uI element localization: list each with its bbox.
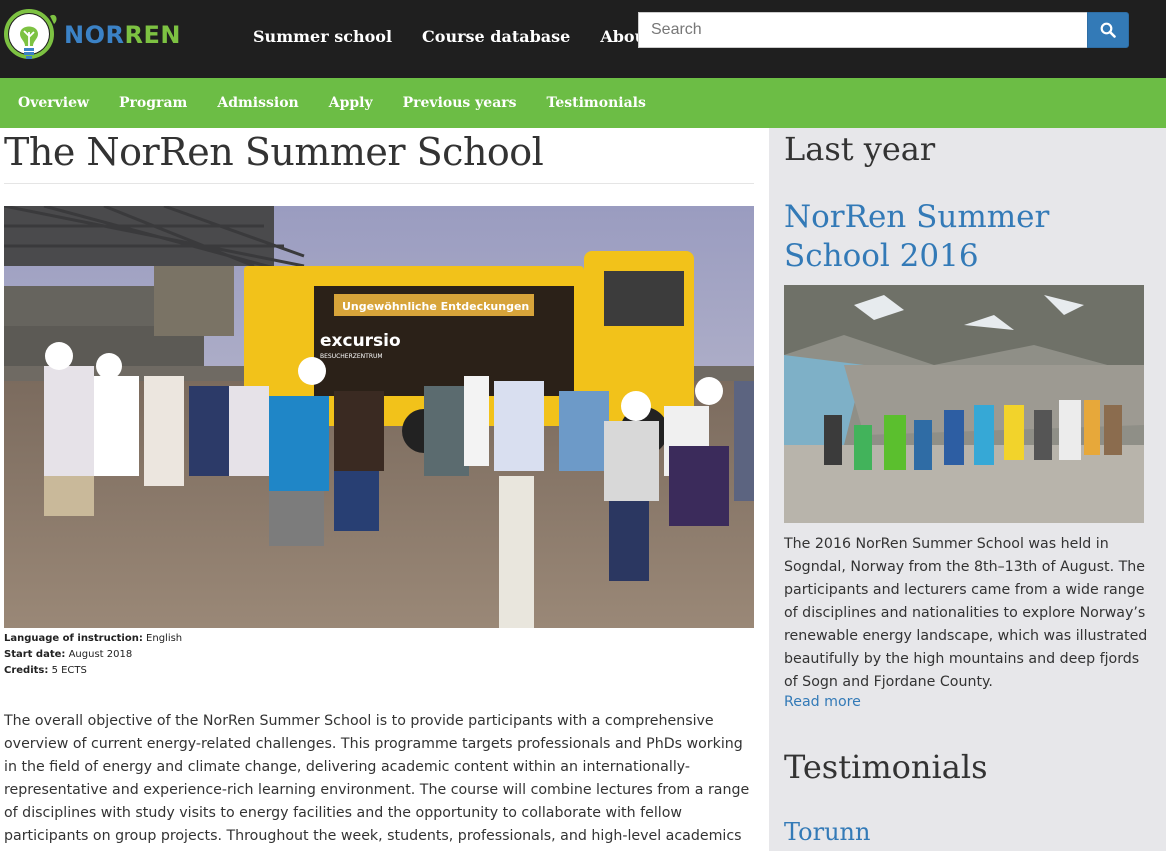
fact-value: 5 ECTS <box>51 665 87 676</box>
fact-credits: Credits: 5 ECTS <box>4 663 182 679</box>
event-photo-group-in-mountains[interactable] <box>784 285 1144 523</box>
subnav-program[interactable]: Program <box>119 95 187 111</box>
event-title-link[interactable]: NorRen Summer School 2016 <box>784 198 1084 276</box>
subnav-previous-years[interactable]: Previous years <box>403 95 517 111</box>
subnav-admission[interactable]: Admission <box>217 95 298 111</box>
testimonials-heading: Testimonials <box>784 748 988 786</box>
testimonial-name-link[interactable]: Torunn <box>784 818 870 846</box>
sidebar: Last year NorRen Summer School 2016 The … <box>769 128 1166 851</box>
main-nav: Summer school Course database About us <box>253 27 680 46</box>
read-more-link[interactable]: Read more <box>784 694 861 710</box>
page-title: The NorRen Summer School <box>4 130 544 174</box>
subnav-overview[interactable]: Overview <box>18 95 89 111</box>
fact-label: Language of instruction: <box>4 633 143 644</box>
fact-start-date: Start date: August 2018 <box>4 647 182 663</box>
course-facts: Language of instruction: English Start d… <box>4 631 182 679</box>
last-year-heading: Last year <box>784 130 936 168</box>
search-input[interactable] <box>638 12 1088 48</box>
search-icon <box>1100 22 1116 38</box>
subnav-testimonials[interactable]: Testimonials <box>547 95 646 111</box>
nav-summer-school[interactable]: Summer school <box>253 27 392 46</box>
truck-brand-text: excursio <box>320 331 401 351</box>
search-form <box>638 12 1129 48</box>
hero-photo-group-at-mine: Ungewöhnliche Entdeckungen excursio BESU… <box>4 206 754 628</box>
title-divider <box>4 183 754 184</box>
event-description: The 2016 NorRen Summer School was held i… <box>784 536 1148 690</box>
top-header: NORREN Summer school Course database Abo… <box>0 0 1166 78</box>
truck-brand-subtext: BESUCHERZENTRUM <box>320 353 383 360</box>
search-button[interactable] <box>1087 12 1129 48</box>
nav-course-database[interactable]: Course database <box>422 27 570 46</box>
fact-language: Language of instruction: English <box>4 631 182 647</box>
truck-slogan-text: Ungewöhnliche Entdeckungen <box>342 300 529 313</box>
subnav-apply[interactable]: Apply <box>329 95 373 111</box>
lightbulb-logo-icon <box>4 9 57 59</box>
norren-logo[interactable]: NORREN <box>4 6 184 72</box>
logo-text-ren: REN <box>124 21 181 49</box>
section-subnav: Overview Program Admission Apply Previou… <box>0 78 1166 128</box>
logo-wordmark: NORREN <box>64 21 181 49</box>
main-content: The NorRen Summer School Ungewöhnliche E… <box>4 128 754 844</box>
fact-value: August 2018 <box>68 649 133 660</box>
logo-text-nor: NOR <box>64 21 125 49</box>
fact-label: Start date: <box>4 649 66 660</box>
fact-value: English <box>146 633 183 644</box>
fact-label: Credits: <box>4 665 49 676</box>
intro-paragraph: The overall objective of the NorRen Summ… <box>4 713 750 844</box>
